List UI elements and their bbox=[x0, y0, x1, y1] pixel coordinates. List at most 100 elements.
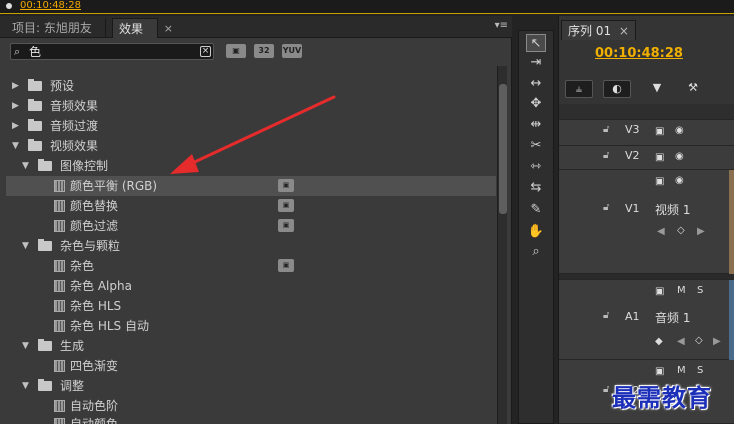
slide-tool-icon[interactable]: ⇆ bbox=[526, 179, 546, 197]
sequence-timecode[interactable]: 00:10:48:28 bbox=[595, 46, 683, 61]
tree-folder-image-control[interactable]: ▼ 图像控制 bbox=[6, 156, 496, 176]
tree-folder-noise-grain[interactable]: ▼ 杂色与颗粒 bbox=[6, 236, 496, 256]
tree-effect-noise-hls[interactable]: 杂色 HLS bbox=[6, 296, 496, 316]
32bit-filter-button[interactable]: 32 bbox=[254, 44, 274, 58]
mute-button[interactable]: M bbox=[677, 285, 686, 296]
prev-keyframe-icon[interactable]: ◀ bbox=[677, 336, 685, 347]
film-icon[interactable]: ▣ bbox=[655, 152, 664, 163]
yuv-filter-button[interactable]: YUV bbox=[282, 44, 302, 58]
tree-effect-auto-levels[interactable]: 自动色阶 bbox=[6, 396, 496, 416]
snap-button[interactable]: ⫨ bbox=[565, 80, 593, 98]
expand-triangle-icon[interactable]: ▶ bbox=[12, 76, 22, 96]
tree-folder-presets[interactable]: ▶ 预设 bbox=[6, 76, 496, 96]
marker-icon: ▼ bbox=[652, 81, 662, 94]
scrollbar-thumb[interactable] bbox=[499, 84, 507, 214]
lock-icon[interactable]: 🔓︎ bbox=[603, 310, 609, 321]
video-clip[interactable] bbox=[729, 170, 734, 274]
tree-effect-four-color-gradient[interactable]: 四色渐变 bbox=[6, 356, 496, 376]
tree-label: 杂色 HLS 自动 bbox=[70, 319, 149, 333]
eye-icon[interactable]: ◉ bbox=[675, 151, 684, 162]
tree-effect-noise-alpha[interactable]: 杂色 Alpha bbox=[6, 276, 496, 296]
solo-button[interactable]: S bbox=[697, 365, 703, 376]
collapse-triangle-icon[interactable]: ▼ bbox=[12, 136, 22, 156]
collapse-triangle-icon[interactable]: ▼ bbox=[22, 156, 32, 176]
vertical-scrollbar[interactable] bbox=[497, 66, 507, 424]
razor-tool-icon[interactable]: ✂ bbox=[526, 137, 546, 155]
audio-clip[interactable] bbox=[729, 280, 734, 360]
speaker-icon[interactable]: ▣ bbox=[655, 366, 664, 377]
track-v1: ▣ ◉ 🔓︎ V1 视频 1 ◀ ◇ ▶ bbox=[559, 170, 734, 274]
slip-tool-icon[interactable]: ⇿ bbox=[526, 158, 546, 176]
tree-label: 视频效果 bbox=[50, 139, 99, 153]
top-timecode-bar: 00:10:48:28 bbox=[0, 0, 734, 14]
hand-tool-icon[interactable]: ✋ bbox=[526, 223, 546, 241]
clear-search-icon[interactable]: × bbox=[200, 46, 211, 57]
expand-triangle-icon[interactable]: ▶ bbox=[12, 116, 22, 136]
tab-sequence[interactable]: 序列 01 × bbox=[561, 20, 636, 40]
lock-icon[interactable]: 🔓︎ bbox=[603, 124, 609, 135]
add-keyframe-icon[interactable]: ◇ bbox=[677, 225, 685, 236]
next-keyframe-icon[interactable]: ▶ bbox=[713, 336, 721, 347]
tree-effect-color-replace[interactable]: 颜色替换 ▣ bbox=[6, 196, 496, 216]
tab-close-icon[interactable]: × bbox=[164, 19, 173, 39]
effect-icon bbox=[54, 200, 65, 212]
keyframe-diamond-icon[interactable]: ◆ bbox=[655, 336, 663, 347]
collapse-triangle-icon[interactable]: ▼ bbox=[22, 336, 32, 356]
tree-effect-noise[interactable]: 杂色 ▣ bbox=[6, 256, 496, 276]
tree-effect-color-balance-rgb[interactable]: 颜色平衡 (RGB) ▣ bbox=[6, 176, 496, 196]
effect-icon bbox=[54, 418, 65, 424]
prev-keyframe-icon[interactable]: ◀ bbox=[657, 226, 665, 237]
collapse-triangle-icon[interactable]: ▼ bbox=[22, 236, 32, 256]
accelerated-effects-filter-button[interactable]: ▣ bbox=[226, 44, 246, 58]
film-icon[interactable]: ▣ bbox=[655, 126, 664, 137]
rate-stretch-tool-icon[interactable]: ⇹ bbox=[526, 116, 546, 134]
search-input[interactable] bbox=[29, 44, 189, 59]
tree-label: 四色渐变 bbox=[70, 359, 119, 373]
film-icon[interactable]: ▣ bbox=[655, 176, 664, 187]
lock-icon[interactable]: 🔓︎ bbox=[603, 202, 609, 213]
track-label-v2: V2 bbox=[625, 149, 640, 162]
collapse-triangle-icon[interactable]: ▼ bbox=[22, 376, 32, 396]
mute-button[interactable]: M bbox=[677, 365, 686, 376]
add-marker-button[interactable]: ▼ bbox=[643, 80, 671, 98]
pen-tool-icon[interactable]: ✎ bbox=[526, 201, 546, 219]
tab-effects[interactable]: 效果 × bbox=[112, 18, 173, 38]
time-ruler[interactable] bbox=[559, 104, 734, 120]
top-timecode[interactable]: 00:10:48:28 bbox=[20, 0, 81, 12]
tree-effect-noise-hls-auto[interactable]: 杂色 HLS 自动 bbox=[6, 316, 496, 336]
sequence-panel: 序列 01 × 00:10:48:28 ⫨ ◐ ▼ ⚒ 🔓︎ V3 ▣ ◉ 🔓︎… bbox=[558, 16, 734, 424]
tree-folder-audio-effects[interactable]: ▶ 音频效果 bbox=[6, 96, 496, 116]
selection-tool-icon[interactable]: ↖ bbox=[526, 34, 546, 52]
tab-sequence-close-icon[interactable]: × bbox=[619, 24, 629, 38]
lock-icon[interactable]: 🔓︎ bbox=[603, 150, 609, 161]
tree-effect-auto-color[interactable]: 自动颜色 bbox=[6, 414, 496, 424]
tree-folder-video-effects[interactable]: ▼ 视频效果 bbox=[6, 136, 496, 156]
panel-menu-icon[interactable]: ▾≡ bbox=[495, 20, 508, 31]
track-v2: 🔓︎ V2 ▣ ◉ bbox=[559, 146, 734, 170]
tree-folder-adjust[interactable]: ▼ 调整 bbox=[6, 376, 496, 396]
tree-label: 杂色与颗粒 bbox=[60, 239, 121, 253]
solo-button[interactable]: S bbox=[697, 285, 703, 296]
tab-project[interactable]: 项目: 东旭朋友 bbox=[6, 18, 106, 38]
eye-icon[interactable]: ◉ bbox=[675, 125, 684, 136]
tools-panel: ↖ ⇥ ↔ ✥ ⇹ ✂ ⇿ ⇆ ✎ ✋ ⌕ bbox=[518, 30, 554, 424]
add-keyframe-icon[interactable]: ◇ bbox=[695, 335, 703, 346]
lock-icon[interactable]: 🔓︎ bbox=[603, 384, 609, 395]
next-keyframe-icon[interactable]: ▶ bbox=[697, 226, 705, 237]
linked-selection-button[interactable]: ◐ bbox=[603, 80, 631, 98]
tree-effect-color-pass[interactable]: 颜色过滤 ▣ bbox=[6, 216, 496, 236]
tree-folder-generate[interactable]: ▼ 生成 bbox=[6, 336, 496, 356]
expand-triangle-icon[interactable]: ▶ bbox=[12, 96, 22, 116]
tab-sequence-label: 序列 01 bbox=[568, 24, 612, 38]
zoom-tool-icon[interactable]: ⌕ bbox=[526, 243, 546, 261]
speaker-icon[interactable]: ▣ bbox=[655, 286, 664, 297]
settings-button[interactable]: ⚒ bbox=[679, 80, 707, 98]
tree-folder-audio-transitions[interactable]: ▶ 音频过渡 bbox=[6, 116, 496, 136]
ripple-edit-tool-icon[interactable]: ↔ bbox=[526, 75, 546, 93]
track-select-tool-icon[interactable]: ⇥ bbox=[526, 54, 546, 72]
folder-icon bbox=[38, 379, 52, 391]
search-box: ⌕ × bbox=[10, 43, 214, 60]
eye-icon[interactable]: ◉ bbox=[675, 175, 684, 186]
rolling-edit-tool-icon[interactable]: ✥ bbox=[526, 95, 546, 113]
track-label-v3: V3 bbox=[625, 123, 640, 136]
